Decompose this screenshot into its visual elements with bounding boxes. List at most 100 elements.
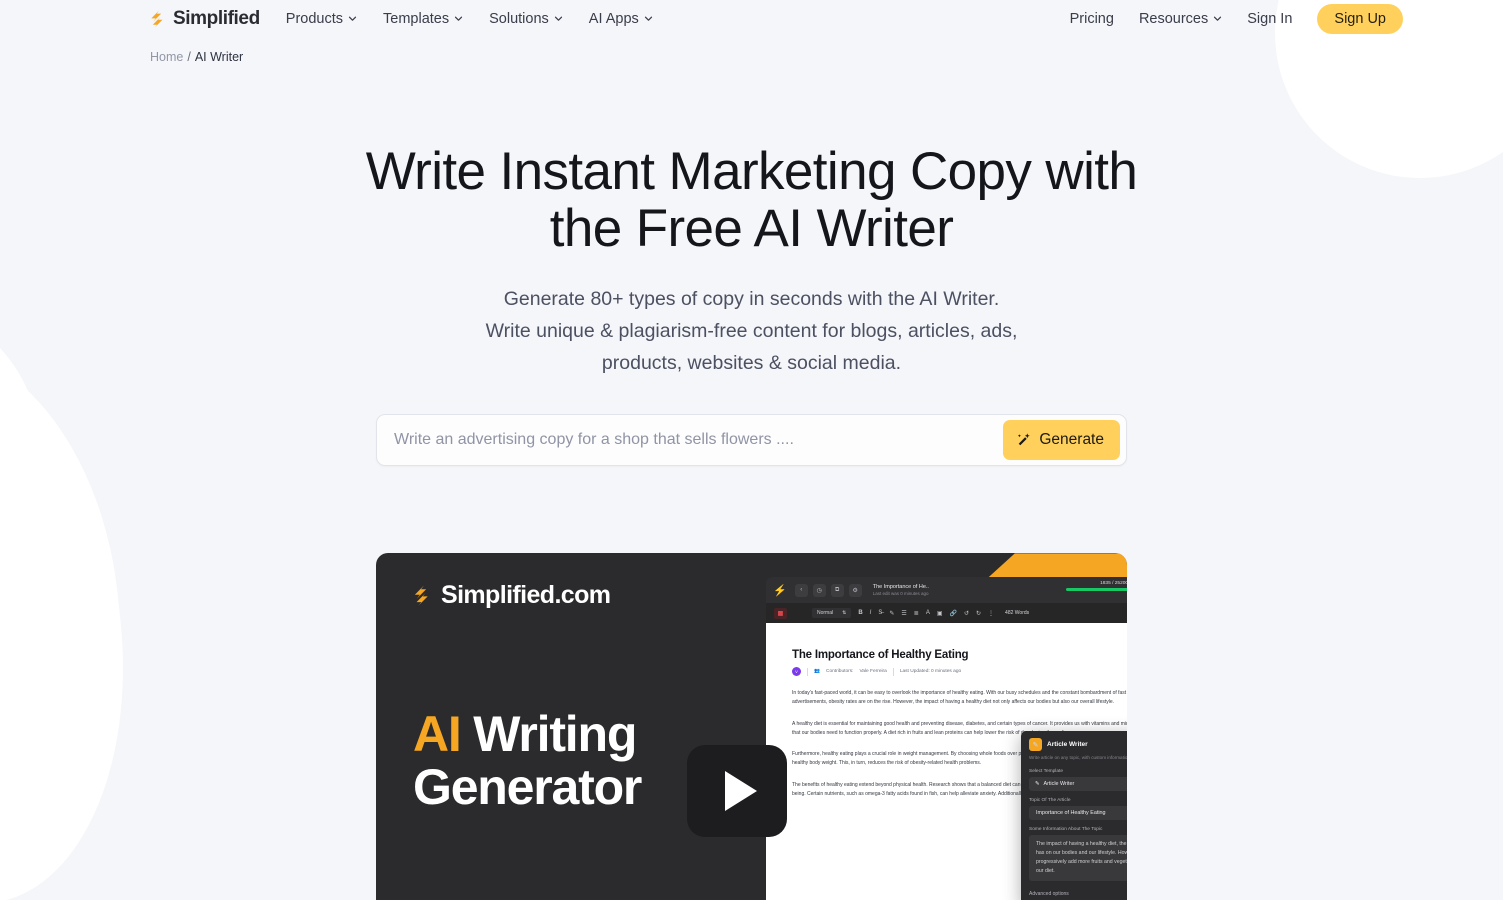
meta-divider — [807, 667, 808, 676]
secondary-nav: Pricing Resources Sign In Sign Up — [1070, 4, 1403, 34]
nav-item-ai-apps[interactable]: AI Apps — [589, 11, 653, 27]
chevron-down-icon — [1213, 11, 1222, 27]
mockup-redo-icon[interactable]: ↻ — [976, 610, 981, 617]
showcase-headline-rest: Writing — [460, 706, 637, 763]
sign-in-link[interactable]: Sign In — [1247, 11, 1292, 27]
nav-item-products-label: Products — [285, 11, 344, 27]
mockup-highlight-icon[interactable]: ✎ — [889, 610, 894, 617]
mockup-undo-icon[interactable]: ↺ — [964, 610, 969, 617]
advanced-options-label: Advanced options — [1029, 890, 1069, 897]
simplified-bolt-logo-icon — [411, 584, 434, 607]
hero-subtitle-line-1: Generate 80+ types of copy in seconds wi… — [503, 288, 1000, 311]
showcase-headline: AI Writing Generator — [413, 708, 642, 814]
mockup-record-icon[interactable]: ▦ — [774, 607, 787, 619]
mockup-credits-text: 1835 / 252000 credits used — [1066, 581, 1127, 586]
simplified-bolt-logo-icon — [148, 9, 168, 29]
mockup-list-icon[interactable]: ☰ — [901, 610, 906, 617]
topic-label-row: Topic Of The Article 4/20 Words — [1029, 798, 1127, 803]
info-textarea[interactable]: The impact of having a healthy diet, the… — [1029, 835, 1127, 881]
select-template-label: Select Template — [1029, 769, 1064, 775]
article-writer-panel-header[interactable]: ✎ Article Writer ⌃ — [1029, 738, 1127, 752]
mockup-document-subtitle: Last edit was 0 minutes ago — [872, 590, 929, 596]
article-writer-panel-title: Article Writer — [1047, 741, 1088, 749]
topic-input[interactable]: Importance of Healthy Eating — [1029, 806, 1127, 821]
breadcrumb-home[interactable]: Home — [150, 50, 183, 64]
article-writer-panel-description: Write article on any topic, with custom … — [1029, 755, 1127, 761]
mockup-back-icon[interactable]: ‹ — [794, 583, 808, 597]
play-video-button[interactable] — [687, 745, 787, 838]
sign-up-button[interactable]: Sign Up — [1317, 4, 1403, 34]
hero-subtitle: Generate 80+ types of copy in seconds wi… — [432, 284, 1072, 380]
info-label-row: Some Information About The Topic 29/240 … — [1029, 827, 1127, 832]
nav-item-templates[interactable]: Templates — [383, 11, 463, 27]
video-showcase-card[interactable]: Simplified.com AI Writing Generator ⚡ ‹ … — [376, 553, 1127, 900]
meta-divider — [892, 667, 894, 676]
magic-wand-icon — [1016, 432, 1032, 448]
topic-label: Topic Of The Article — [1029, 798, 1071, 804]
mockup-topbar: ⚡ ‹ ◷ ⧉ ⚙ The Importance of He.. Last ed… — [766, 577, 1127, 604]
breadcrumb-current: AI Writer — [194, 50, 244, 64]
chevron-down-icon — [348, 11, 357, 27]
showcase-brand-logo: Simplified.com — [411, 581, 611, 610]
chevron-down-icon — [454, 11, 463, 27]
avatar: V — [792, 667, 801, 677]
mockup-bold-icon[interactable]: B — [858, 610, 862, 616]
template-select-value: Article Writer — [1043, 781, 1075, 788]
nav-item-ai-apps-label: AI Apps — [588, 11, 639, 27]
play-triangle-icon — [725, 771, 757, 812]
brand-logo[interactable]: Simplified — [148, 8, 260, 30]
showcase-logo-text: Simplified.com — [441, 581, 611, 610]
mockup-document-title: The Importance of He.. — [872, 584, 929, 591]
primary-nav: Products Templates Solutions AI Apps — [286, 11, 653, 27]
pencil-icon: ✎ — [1029, 738, 1042, 752]
generate-button[interactable]: Generate — [1003, 420, 1120, 461]
last-updated-text: Last Updated: 0 minutes ago — [899, 669, 962, 675]
breadcrumb-separator: / — [187, 50, 191, 64]
nav-item-pricing-label: Pricing — [1069, 11, 1114, 27]
breadcrumb: Home / AI Writer — [0, 38, 1503, 64]
nav-item-products[interactable]: Products — [286, 11, 357, 27]
nav-item-resources[interactable]: Resources — [1139, 11, 1222, 27]
brand-name: Simplified — [173, 8, 260, 29]
mockup-history-icon[interactable]: ◷ — [812, 583, 826, 597]
app-mockup: ⚡ ‹ ◷ ⧉ ⚙ The Importance of He.. Last ed… — [766, 577, 1127, 900]
chevron-down-icon — [644, 11, 653, 27]
mockup-copy-icon[interactable]: ⧉ — [830, 583, 844, 597]
mockup-document-meta: V 👥 Contributors: Vale Ferreira Last Upd… — [792, 667, 1127, 677]
contributors-icon: 👥 — [814, 669, 820, 675]
template-select[interactable]: ✎ Article Writer ⌄ — [1029, 777, 1127, 792]
hero-subtitle-line-3: products, websites & social media. — [601, 352, 902, 375]
contributors-label: Contributors: — [825, 669, 854, 675]
mockup-more-icon[interactable]: ⋮ — [988, 610, 994, 617]
mockup-strikethrough-icon[interactable]: S̶ — [878, 610, 882, 616]
showcase-headline-line-1: AI Writing — [413, 708, 641, 761]
showcase-headline-ai: AI — [413, 706, 462, 763]
prompt-input[interactable] — [377, 431, 1004, 450]
contributor-name: Vale Ferreira — [859, 669, 887, 675]
mockup-link-icon[interactable]: 🔗 — [950, 610, 957, 617]
mockup-logo-icon: ⚡ — [773, 584, 787, 597]
advanced-options-row[interactable]: Advanced options — [1029, 890, 1127, 899]
mockup-settings-icon[interactable]: ⚙ — [848, 583, 862, 597]
nav-item-pricing[interactable]: Pricing — [1070, 11, 1114, 27]
mockup-editor-toolbar: ▦ Normal ⇅ B I S̶ ✎ ☰ ≣ A ▣ 🔗 ↺ ↻ ⋮ 482 … — [766, 603, 1127, 624]
nav-item-templates-label: Templates — [383, 11, 450, 27]
nav-item-resources-label: Resources — [1138, 11, 1209, 27]
prompt-input-bar: Generate — [376, 414, 1127, 467]
mockup-italic-icon[interactable]: I — [870, 610, 872, 616]
nav-item-solutions[interactable]: Solutions — [489, 11, 563, 27]
mockup-credits-used: 1835 / 252000 — [1100, 581, 1127, 587]
mockup-document-title-block: The Importance of He.. Last edit was 0 m… — [873, 584, 929, 597]
article-writer-panel: ✎ Article Writer ⌃ Write article on any … — [1021, 731, 1127, 900]
mockup-document-body: The Importance of Healthy Eating V 👥 Con… — [766, 623, 1127, 900]
mockup-paragraph: In today's fast-paced world, it can be e… — [792, 690, 1127, 706]
mockup-style-select[interactable]: Normal ⇅ — [812, 608, 852, 619]
mockup-align-icon[interactable]: ≣ — [914, 610, 919, 617]
mockup-style-select-value: Normal — [817, 610, 834, 617]
mockup-credits-progress-bar — [1066, 588, 1127, 591]
mockup-text-color-icon[interactable]: A — [926, 610, 930, 616]
page-title: Write Instant Marketing Copy with the Fr… — [365, 142, 1138, 258]
info-label: Some Information About The Topic — [1029, 827, 1103, 833]
mockup-image-icon[interactable]: ▣ — [937, 610, 943, 617]
chevron-updown-icon: ⇅ — [842, 610, 847, 617]
